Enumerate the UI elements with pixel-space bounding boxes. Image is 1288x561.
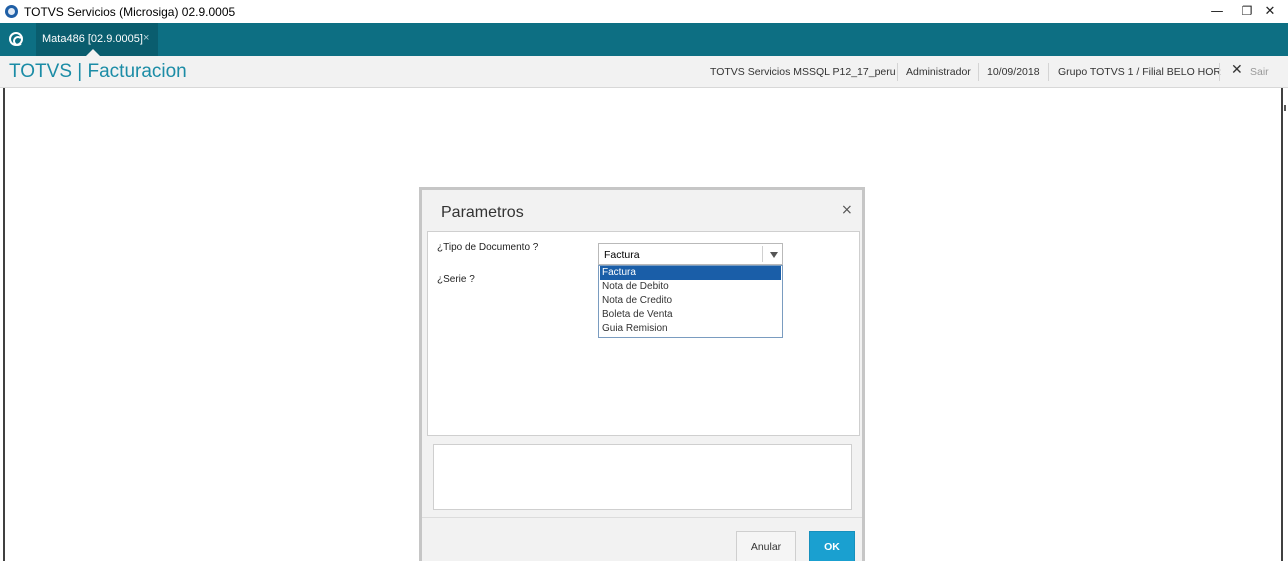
- scrollbar-hint: [1284, 105, 1286, 111]
- param-label-tipo-documento: ¿Tipo de Documento ?: [437, 242, 539, 253]
- tab-close-icon[interactable]: ×: [143, 32, 149, 44]
- tipo-documento-select[interactable]: Factura: [598, 243, 783, 265]
- close-window-button[interactable]: ✕: [1255, 0, 1285, 23]
- active-tab-indicator: [86, 49, 100, 56]
- cancel-button[interactable]: Anular: [736, 531, 796, 561]
- param-label-serie: ¿Serie ?: [437, 274, 475, 285]
- parameter-description-box: [433, 444, 852, 510]
- header-divider: [1219, 63, 1220, 81]
- module-title: TOTVS | Facturacion: [9, 61, 187, 82]
- select-divider: [762, 246, 763, 262]
- parameters-dialog: Parametros × ¿Tipo de Documento ? ¿Serie…: [419, 187, 865, 561]
- company-info: Grupo TOTVS 1 / Filial BELO HOR: [1058, 66, 1221, 78]
- tipo-documento-dropdown: Factura Nota de Debito Nota de Credito B…: [598, 265, 783, 338]
- tab-label: Mata486 [02.9.0005]: [42, 33, 143, 45]
- header-divider: [1048, 63, 1049, 81]
- ok-button[interactable]: OK: [809, 531, 855, 561]
- minimize-button[interactable]: —: [1202, 0, 1232, 23]
- dropdown-option-factura[interactable]: Factura: [600, 266, 781, 280]
- content-border-right: [1281, 88, 1283, 561]
- select-value: Factura: [604, 249, 640, 261]
- user-info: Administrador: [906, 66, 971, 78]
- exit-icon[interactable]: ✕: [1231, 62, 1243, 78]
- dropdown-option-nota-credito[interactable]: Nota de Credito: [600, 294, 781, 308]
- parameters-panel: ¿Tipo de Documento ? ¿Serie ? Factura Fa…: [427, 231, 860, 436]
- date-info: 10/09/2018: [987, 66, 1040, 78]
- content-border-left: [3, 88, 5, 561]
- header-divider: [897, 63, 898, 81]
- dropdown-option-boleta-venta[interactable]: Boleta de Venta: [600, 308, 781, 322]
- app-window: TOTVS Servicios (Microsiga) 02.9.0005 — …: [0, 0, 1288, 561]
- dropdown-option-guia-remision[interactable]: Guia Remision: [600, 322, 781, 336]
- header-divider: [978, 63, 979, 81]
- tab-strip: Mata486 [02.9.0005] ×: [0, 23, 1288, 56]
- footer-divider: [422, 517, 862, 518]
- dialog-title: Parametros: [441, 204, 524, 221]
- totvs-app-icon: [5, 5, 18, 18]
- window-title: TOTVS Servicios (Microsiga) 02.9.0005: [24, 5, 236, 19]
- main-menu-icon[interactable]: [9, 32, 23, 46]
- dialog-close-icon[interactable]: ×: [841, 202, 853, 218]
- environment-info: TOTVS Servicios MSSQL P12_17_peru: [710, 66, 896, 78]
- dropdown-option-nota-debito[interactable]: Nota de Debito: [600, 280, 781, 294]
- app-header: TOTVS | Facturacion TOTVS Servicios MSSQ…: [0, 56, 1288, 88]
- chevron-down-icon[interactable]: [770, 252, 778, 258]
- tab-mata486[interactable]: Mata486 [02.9.0005] ×: [36, 23, 158, 56]
- window-titlebar: TOTVS Servicios (Microsiga) 02.9.0005 — …: [0, 0, 1288, 23]
- exit-button[interactable]: Sair: [1250, 66, 1269, 78]
